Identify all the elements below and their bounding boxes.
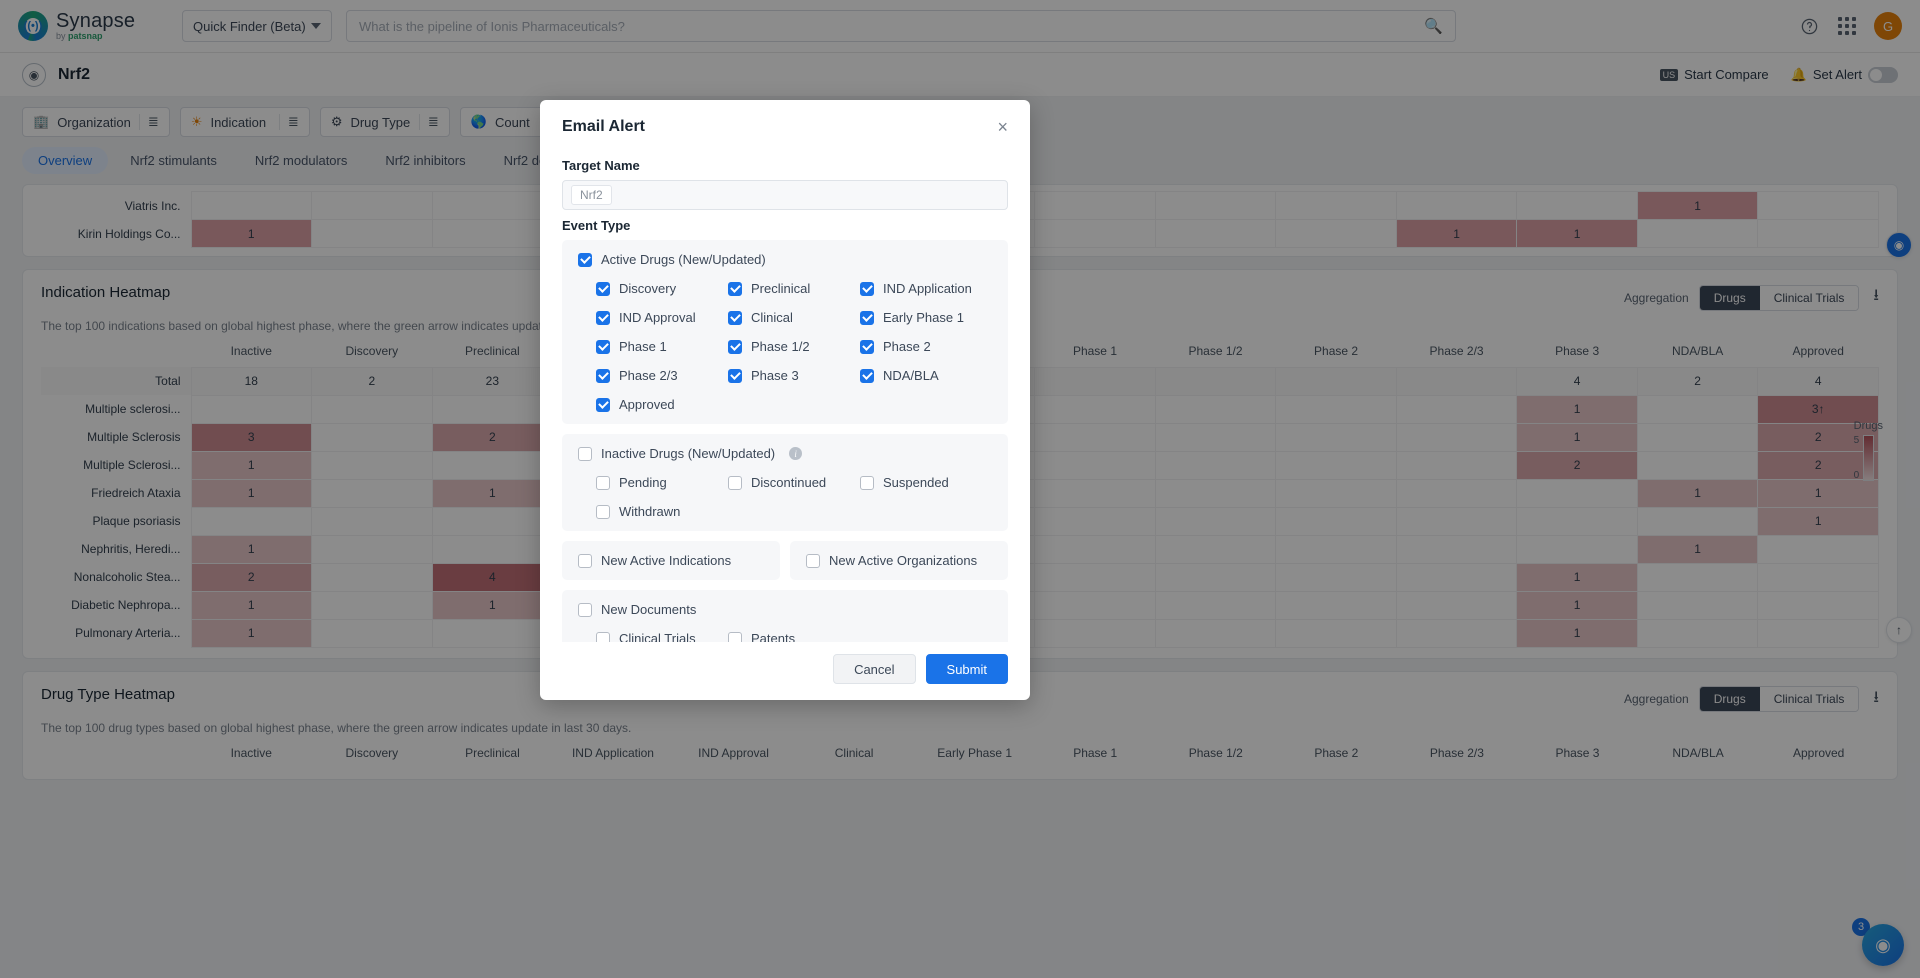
option-label: Discontinued	[751, 475, 827, 490]
option-label: Phase 3	[751, 368, 799, 383]
new-active-organizations-row[interactable]: New Active Organizations	[806, 553, 992, 568]
new-documents-options-grid: Clinical Trials Patents	[578, 631, 992, 642]
event-type-label: Event Type	[562, 218, 631, 233]
new-documents-label: New Documents	[601, 602, 697, 617]
modal-title: Email Alert	[562, 118, 645, 135]
option-clinical[interactable]: Clinical	[728, 310, 860, 325]
checkbox[interactable]	[596, 397, 610, 412]
checkbox[interactable]	[728, 339, 742, 354]
option-ind-approval[interactable]: IND Approval	[596, 310, 728, 325]
option-nda-bla[interactable]: NDA/BLA	[860, 368, 992, 383]
option-label: Phase 2/3	[619, 368, 678, 383]
option-clinical-trials[interactable]: Clinical Trials	[596, 631, 728, 642]
inactive-drugs-label: Inactive Drugs (New/Updated)	[601, 446, 776, 461]
inactive-drugs-parent-row[interactable]: Inactive Drugs (New/Updated) i	[578, 446, 992, 461]
option-patents[interactable]: Patents	[728, 631, 860, 642]
option-label: Early Phase 1	[883, 310, 964, 325]
checkbox[interactable]	[728, 310, 742, 325]
option-phase-2[interactable]: Phase 2	[860, 339, 992, 354]
new-active-organizations-group: New Active Organizations	[790, 541, 1008, 580]
checkbox[interactable]	[860, 475, 874, 490]
target-name-label: Target Name	[562, 158, 640, 173]
active-drugs-options-grid: Discovery Preclinical IND Application IN…	[578, 281, 992, 412]
checkbox[interactable]	[860, 339, 874, 354]
active-drugs-group: Active Drugs (New/Updated) Discovery Pre…	[562, 240, 1008, 424]
option-preclinical[interactable]: Preclinical	[728, 281, 860, 296]
new-documents-parent-row[interactable]: New Documents	[578, 602, 992, 617]
option-label: Clinical Trials	[619, 631, 696, 642]
option-label: Pending	[619, 475, 667, 490]
new-active-indications-label: New Active Indications	[601, 553, 732, 568]
option-suspended[interactable]: Suspended	[860, 475, 992, 490]
option-phase-2-3[interactable]: Phase 2/3	[596, 368, 728, 383]
info-icon[interactable]: i	[789, 447, 803, 460]
new-active-row: New Active Indications New Active Organi…	[562, 541, 1008, 580]
checkbox[interactable]	[596, 631, 610, 642]
option-label: Phase 2	[883, 339, 931, 354]
option-approved[interactable]: Approved	[596, 397, 728, 412]
inactive-drugs-options-grid: Pending Discontinued Suspended Withdrawn	[578, 475, 992, 519]
option-label: Patents	[751, 631, 796, 642]
option-phase-3[interactable]: Phase 3	[728, 368, 860, 383]
new-active-indications-checkbox[interactable]	[578, 553, 592, 568]
email-alert-modal: Email Alert × Target Name Nrf2 Event Typ…	[540, 100, 1030, 700]
checkbox[interactable]	[728, 631, 742, 642]
modal-footer: Cancel Submit	[540, 642, 1030, 700]
option-discovery[interactable]: Discovery	[596, 281, 728, 296]
option-pending[interactable]: Pending	[596, 475, 728, 490]
modal-body[interactable]: Target Name Nrf2 Event Type Active Drugs…	[540, 142, 1030, 642]
cancel-button[interactable]: Cancel	[833, 654, 916, 684]
checkbox[interactable]	[728, 281, 742, 296]
option-phase-1-2[interactable]: Phase 1/2	[728, 339, 860, 354]
option-early-phase-1[interactable]: Early Phase 1	[860, 310, 992, 325]
inactive-drugs-group: Inactive Drugs (New/Updated) i Pending D…	[562, 434, 1008, 531]
active-drugs-parent-row[interactable]: Active Drugs (New/Updated)	[578, 252, 992, 267]
checkbox[interactable]	[728, 475, 742, 490]
new-active-indications-group: New Active Indications	[562, 541, 780, 580]
checkbox[interactable]	[596, 339, 610, 354]
option-label: Phase 1/2	[751, 339, 810, 354]
option-label: Approved	[619, 397, 675, 412]
option-discontinued[interactable]: Discontinued	[728, 475, 860, 490]
inactive-drugs-checkbox[interactable]	[578, 446, 592, 461]
new-active-organizations-checkbox[interactable]	[806, 553, 820, 568]
option-label: Withdrawn	[619, 504, 681, 519]
option-label: Clinical	[751, 310, 793, 325]
active-drugs-checkbox[interactable]	[578, 252, 592, 267]
new-active-indications-row[interactable]: New Active Indications	[578, 553, 764, 568]
checkbox[interactable]	[596, 368, 610, 383]
checkbox[interactable]	[596, 281, 610, 296]
checkbox[interactable]	[596, 475, 610, 490]
submit-button[interactable]: Submit	[925, 654, 1008, 684]
checkbox[interactable]	[860, 281, 874, 296]
option-label: Suspended	[883, 475, 949, 490]
checkbox[interactable]	[596, 504, 610, 519]
close-icon[interactable]: ×	[997, 118, 1008, 136]
checkbox[interactable]	[728, 368, 742, 383]
option-label: Discovery	[619, 281, 677, 296]
checkbox[interactable]	[860, 368, 874, 383]
option-label: Phase 1	[619, 339, 667, 354]
option-label: NDA/BLA	[883, 368, 939, 383]
option-phase-1[interactable]: Phase 1	[596, 339, 728, 354]
new-documents-checkbox[interactable]	[578, 602, 592, 617]
option-ind-application[interactable]: IND Application	[860, 281, 992, 296]
new-active-organizations-label: New Active Organizations	[829, 553, 978, 568]
target-name-tag: Nrf2	[571, 185, 612, 205]
option-withdrawn[interactable]: Withdrawn	[596, 504, 728, 519]
checkbox[interactable]	[596, 310, 610, 325]
option-label: Preclinical	[751, 281, 811, 296]
new-documents-group: New Documents Clinical Trials Patents	[562, 590, 1008, 642]
active-drugs-label: Active Drugs (New/Updated)	[601, 252, 766, 267]
target-name-input[interactable]: Nrf2	[562, 180, 1008, 210]
option-label: IND Application	[883, 281, 972, 296]
option-label: IND Approval	[619, 310, 696, 325]
checkbox[interactable]	[860, 310, 874, 325]
